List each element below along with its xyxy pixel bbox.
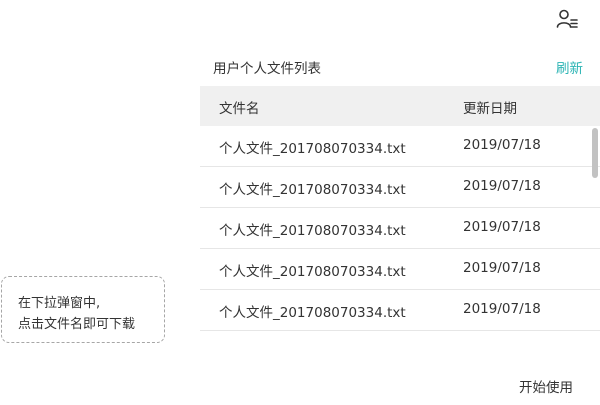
tip-text-line: 点击文件名即可下载 [18,317,136,332]
table-row[interactable]: 个人文件_201708070334.txt 2019/07/18 [200,167,600,208]
column-header-filename: 文件名 [219,101,260,117]
table-body[interactable]: 个人文件_201708070334.txt 2019/07/18 个人文件_20… [200,126,600,345]
tip-callout: 在下拉弹窗中, 点击文件名即可下载 [1,276,165,343]
file-table: 文件名 更新日期 个人文件_201708070334.txt 2019/07/1… [200,86,600,345]
update-date: 2019/07/18 [463,260,541,276]
table-row[interactable]: 个人文件_201708070334.txt 2019/07/18 [200,126,600,167]
column-header-update-date: 更新日期 [463,101,517,117]
table-row[interactable]: 个人文件_201708070334.txt 2019/07/18 [200,249,600,290]
scrollbar-thumb[interactable] [592,128,598,178]
file-name-link[interactable]: 个人文件_201708070334.txt [219,219,406,239]
update-date: 2019/07/18 [463,301,541,317]
file-name-link[interactable]: 个人文件_201708070334.txt [219,260,406,280]
update-date: 2019/07/18 [463,178,541,194]
panel-title: 用户个人文件列表 [213,61,321,77]
start-button[interactable]: 开始使用 [519,376,573,396]
table-row[interactable]: 个人文件_201708070334.txt 2019/07/18 [200,290,600,331]
user-list-icon [555,8,579,30]
update-date: 2019/07/18 [463,219,541,235]
user-menu-button[interactable] [555,8,579,30]
file-name-link[interactable]: 个人文件_201708070334.txt [219,301,406,321]
table-row[interactable]: 个人文件_201708070334.txt 2019/07/18 [200,208,600,249]
refresh-button[interactable]: 刷新 [556,57,583,77]
tip-text-line: 在下拉弹窗中, [18,296,101,311]
update-date: 2019/07/18 [463,137,541,153]
file-name-link[interactable]: 个人文件_201708070334.txt [219,137,406,157]
table-header: 文件名 更新日期 [200,86,600,126]
file-name-link[interactable]: 个人文件_201708070334.txt [219,178,406,198]
